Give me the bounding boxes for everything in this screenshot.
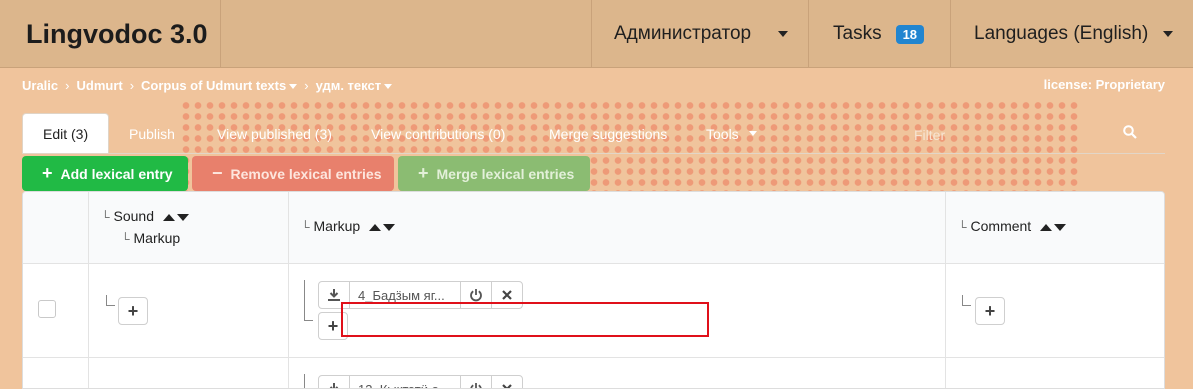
sort-asc-icon (1040, 223, 1053, 231)
column-header-sound-markup-label: Markup (133, 230, 181, 246)
plus-icon: + (127, 300, 139, 321)
tree-branch-icon: └ (101, 210, 110, 224)
markup-file-group: 13_Кыктэтӥ о... (318, 375, 523, 388)
breadcrumb-item[interactable]: Corpus of Udmurt texts (141, 78, 298, 93)
chevron-down-icon (778, 31, 788, 37)
tab-view-published[interactable]: View published (3) (217, 113, 332, 154)
tab-divider (22, 153, 1165, 154)
row-divider (23, 357, 1164, 358)
markup-file-name[interactable]: 13_Кыктэтӥ о... (350, 376, 461, 388)
tasks-menu[interactable]: Tasks 18 (808, 0, 950, 68)
sort-icon[interactable] (1040, 223, 1067, 231)
top-navbar: Lingvodoc 3.0 Администратор Tasks 18 Lan… (0, 0, 1193, 68)
breadcrumb-item[interactable]: удм. текст (316, 78, 393, 93)
download-icon[interactable] (319, 376, 350, 388)
merge-lexical-entries-button[interactable]: + Merge lexical entries (398, 156, 590, 191)
tasks-count-badge: 18 (895, 24, 925, 44)
breadcrumb-item-label: Corpus of Udmurt texts (141, 78, 287, 93)
add-lexical-entry-label: Add lexical entry (60, 165, 173, 182)
sort-desc-icon (176, 213, 189, 221)
plus-icon: + (418, 163, 429, 183)
tab-tools-label: Tools (706, 125, 739, 142)
tab-merge-suggestions[interactable]: Merge suggestions (549, 113, 667, 154)
power-icon[interactable] (461, 376, 492, 388)
user-menu-label: Администратор (614, 23, 752, 44)
tree-branch-icon: └ (301, 220, 310, 234)
chevron-right-icon: › (304, 78, 309, 93)
tab-tools[interactable]: Tools (706, 113, 757, 154)
column-header-markup-label: Markup (313, 218, 361, 234)
row-select-checkbox[interactable] (38, 300, 56, 318)
tree-branch-icon (304, 374, 313, 388)
sort-desc-icon (383, 223, 396, 231)
close-icon[interactable] (492, 376, 522, 388)
column-divider (88, 192, 89, 388)
chevron-down-icon (1163, 31, 1173, 37)
search-icon[interactable] (1123, 125, 1137, 144)
tab-publish[interactable]: Publish (129, 113, 175, 154)
minus-icon: − (212, 163, 223, 183)
filter-input[interactable] (912, 122, 1156, 148)
tree-branch-icon (962, 295, 971, 306)
column-header-comment[interactable]: └ Comment (958, 218, 1067, 234)
sort-desc-icon (1054, 223, 1067, 231)
column-header-sound-markup[interactable]: └ Markup (121, 230, 180, 246)
column-divider (288, 192, 289, 388)
language-menu-label: Languages (English) (974, 23, 1149, 44)
tab-view-contributions[interactable]: View contributions (0) (371, 113, 505, 154)
caret-down-icon (748, 131, 757, 136)
sort-asc-icon (162, 213, 175, 221)
license-label: license: Proprietary (1043, 77, 1165, 92)
sort-icon[interactable] (162, 213, 189, 221)
column-header-comment-label: Comment (970, 218, 1032, 234)
caret-down-icon (384, 84, 393, 90)
sort-asc-icon (369, 223, 382, 231)
column-header-sound-label: Sound (113, 208, 154, 224)
lexical-entries-table: └ Sound └ Markup └ Markup └ Comment + 4_Бадӟ… (22, 191, 1165, 389)
breadcrumb-item[interactable]: Udmurt (76, 78, 122, 93)
plus-icon: + (984, 300, 996, 321)
chevron-right-icon: › (65, 78, 70, 93)
column-header-sound[interactable]: └ Sound (101, 208, 189, 224)
breadcrumb: Uralic › Udmurt › Corpus of Udmurt texts… (22, 78, 393, 93)
add-lexical-entry-button[interactable]: + Add lexical entry (22, 156, 188, 191)
breadcrumb-item[interactable]: Uralic (22, 78, 58, 93)
tree-branch-icon (304, 280, 313, 321)
remove-lexical-entries-button[interactable]: − Remove lexical entries (192, 156, 394, 191)
language-menu[interactable]: Languages (English) (950, 0, 1193, 68)
add-sound-button[interactable]: + (118, 297, 148, 325)
merge-lexical-entries-label: Merge lexical entries (436, 165, 575, 182)
column-header-markup[interactable]: └ Markup (301, 218, 396, 234)
breadcrumb-item-label: удм. текст (315, 78, 382, 93)
tree-branch-icon (106, 295, 115, 306)
highlight-box (341, 302, 709, 337)
brand-logo[interactable]: Lingvodoc 3.0 (0, 0, 221, 68)
tree-branch-icon: └ (958, 220, 967, 234)
tab-bar: Edit (3) Publish View published (3) View… (22, 113, 1165, 154)
chevron-right-icon: › (129, 78, 135, 93)
plus-icon: + (42, 163, 53, 183)
tree-branch-icon: └ (121, 232, 130, 246)
tasks-label: Tasks (833, 23, 882, 44)
sort-icon[interactable] (369, 223, 396, 231)
remove-lexical-entries-label: Remove lexical entries (230, 165, 382, 182)
tab-edit[interactable]: Edit (3) (22, 113, 110, 154)
caret-down-icon (289, 84, 298, 90)
user-menu[interactable]: Администратор (591, 0, 808, 68)
add-comment-button[interactable]: + (975, 297, 1005, 325)
plus-icon: + (327, 315, 339, 336)
column-divider (945, 192, 946, 388)
